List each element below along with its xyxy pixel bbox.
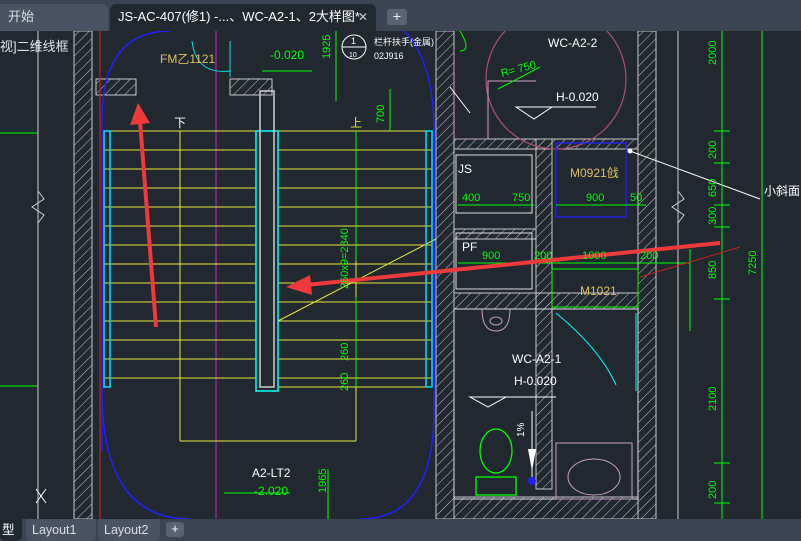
handrail-label: 栏杆扶手(金属) [374, 36, 434, 47]
level-marker [468, 396, 508, 408]
dim-label: 1965 [317, 469, 329, 493]
door-swing [555, 312, 617, 386]
dim-label: 260 [339, 343, 351, 361]
stair-direction: 上 [350, 116, 362, 130]
annotation-arrowhead [286, 275, 312, 295]
level-label: -0.020 [270, 48, 304, 62]
dim-label: 260x9=2340 [339, 228, 351, 289]
dim-label: 260 [339, 373, 351, 391]
viewport-control[interactable]: 视]二维线框 [0, 36, 69, 55]
wall-hatch [453, 496, 639, 519]
dim-label: 1925 [321, 35, 333, 59]
wall-hatch [435, 31, 455, 519]
dim-label: 50 [630, 192, 642, 204]
annotation-arrowhead [130, 103, 150, 125]
handrail [103, 90, 433, 392]
new-tab-button[interactable]: + [387, 9, 407, 25]
shaft-label: JS [458, 162, 472, 176]
detail-sheet: 10 [349, 52, 357, 59]
slope-label: 1% [516, 422, 527, 437]
tab-start[interactable]: 开始 [0, 4, 108, 31]
room-label: WC-A2-2 [548, 36, 598, 50]
cad-line [459, 31, 467, 52]
dim-label: 750 [512, 192, 530, 204]
detail-number: 1 [351, 36, 356, 46]
file-tab-bar: 开始 JS-AC-407(修1) -...、WC-A2-1、2大样图* ✕ + [0, 0, 801, 31]
dim-label: 200 [534, 250, 552, 262]
stair-direction: 下 [174, 116, 186, 130]
dim-label: 900 [586, 192, 604, 204]
close-icon[interactable]: ✕ [358, 4, 368, 30]
wall-hatch [95, 78, 137, 96]
wall-hatch [453, 138, 639, 150]
dim-label: 1000 [582, 250, 606, 262]
dim-label: 700 [375, 105, 387, 123]
stair-label: A2-LT2 [252, 466, 291, 480]
standard-code: 02J916 [374, 51, 404, 61]
wash-basin [567, 458, 621, 496]
dim-label: 900 [482, 250, 500, 262]
door-outline [556, 142, 627, 217]
sink [489, 316, 503, 326]
sink [481, 308, 511, 332]
dim-label: 300 [707, 207, 719, 225]
tab-layout1[interactable]: Layout1 [26, 519, 96, 541]
dim-label: 2000 [707, 41, 719, 65]
toilet-bowl [479, 428, 513, 474]
radius-label: R= 750 [500, 59, 538, 80]
level-label: H-0.020 [514, 374, 557, 388]
wall-hatch [453, 228, 537, 240]
door-label: M1021 [580, 284, 617, 298]
dim-label: 850 [707, 261, 719, 279]
dim-label: 200 [707, 481, 719, 499]
dim-label: 200 [707, 141, 719, 159]
tab-layout2[interactable]: Layout2 [98, 519, 160, 541]
tab-start-label: 开始 [8, 9, 35, 24]
drawing-canvas[interactable]: FM乙1121 -0.020 1925 1 10 栏杆扶手(金属) 02J916… [0, 31, 801, 519]
dim-label: 200 [640, 250, 658, 262]
shaft-label: PF [462, 240, 477, 254]
dim-label: 2100 [707, 387, 719, 411]
dim-label: 400 [462, 192, 480, 204]
layout-tab-bar: 型 Layout1 Layout2 + [0, 519, 801, 541]
cad-drawing: FM乙1121 -0.020 1925 1 10 栏杆扶手(金属) 02J916… [0, 31, 800, 519]
toilet-tank [475, 476, 517, 496]
door-label: M0921戗 [570, 166, 619, 180]
level-marker [514, 106, 554, 120]
level-label: -2.020 [254, 484, 288, 498]
new-layout-button[interactable]: + [166, 522, 184, 537]
dim-label: 650 [707, 179, 719, 197]
tab-active-label: JS-AC-407(修1) -...、WC-A2-1、2大样图* [118, 9, 360, 24]
door-outline [555, 143, 626, 218]
slope-arrow [528, 449, 536, 471]
stair-outline [101, 390, 191, 519]
annotation-arrow [138, 120, 158, 328]
dim-label: 7250 [747, 251, 759, 275]
note-label: 小斜面 [764, 184, 800, 198]
tab-active-drawing[interactable]: JS-AC-407(修1) -...、WC-A2-1、2大样图* ✕ [110, 4, 376, 31]
floor-drain [528, 477, 536, 485]
tab-model[interactable]: 型 [0, 519, 22, 541]
door-label: FM乙1121 [160, 52, 215, 66]
wash-basin [555, 442, 633, 500]
room-label: WC-A2-1 [512, 352, 562, 366]
wall-hatch [229, 78, 273, 96]
wall-hatch [535, 138, 553, 490]
level-label: H-0.020 [556, 90, 599, 104]
wall-hatch [73, 31, 93, 519]
